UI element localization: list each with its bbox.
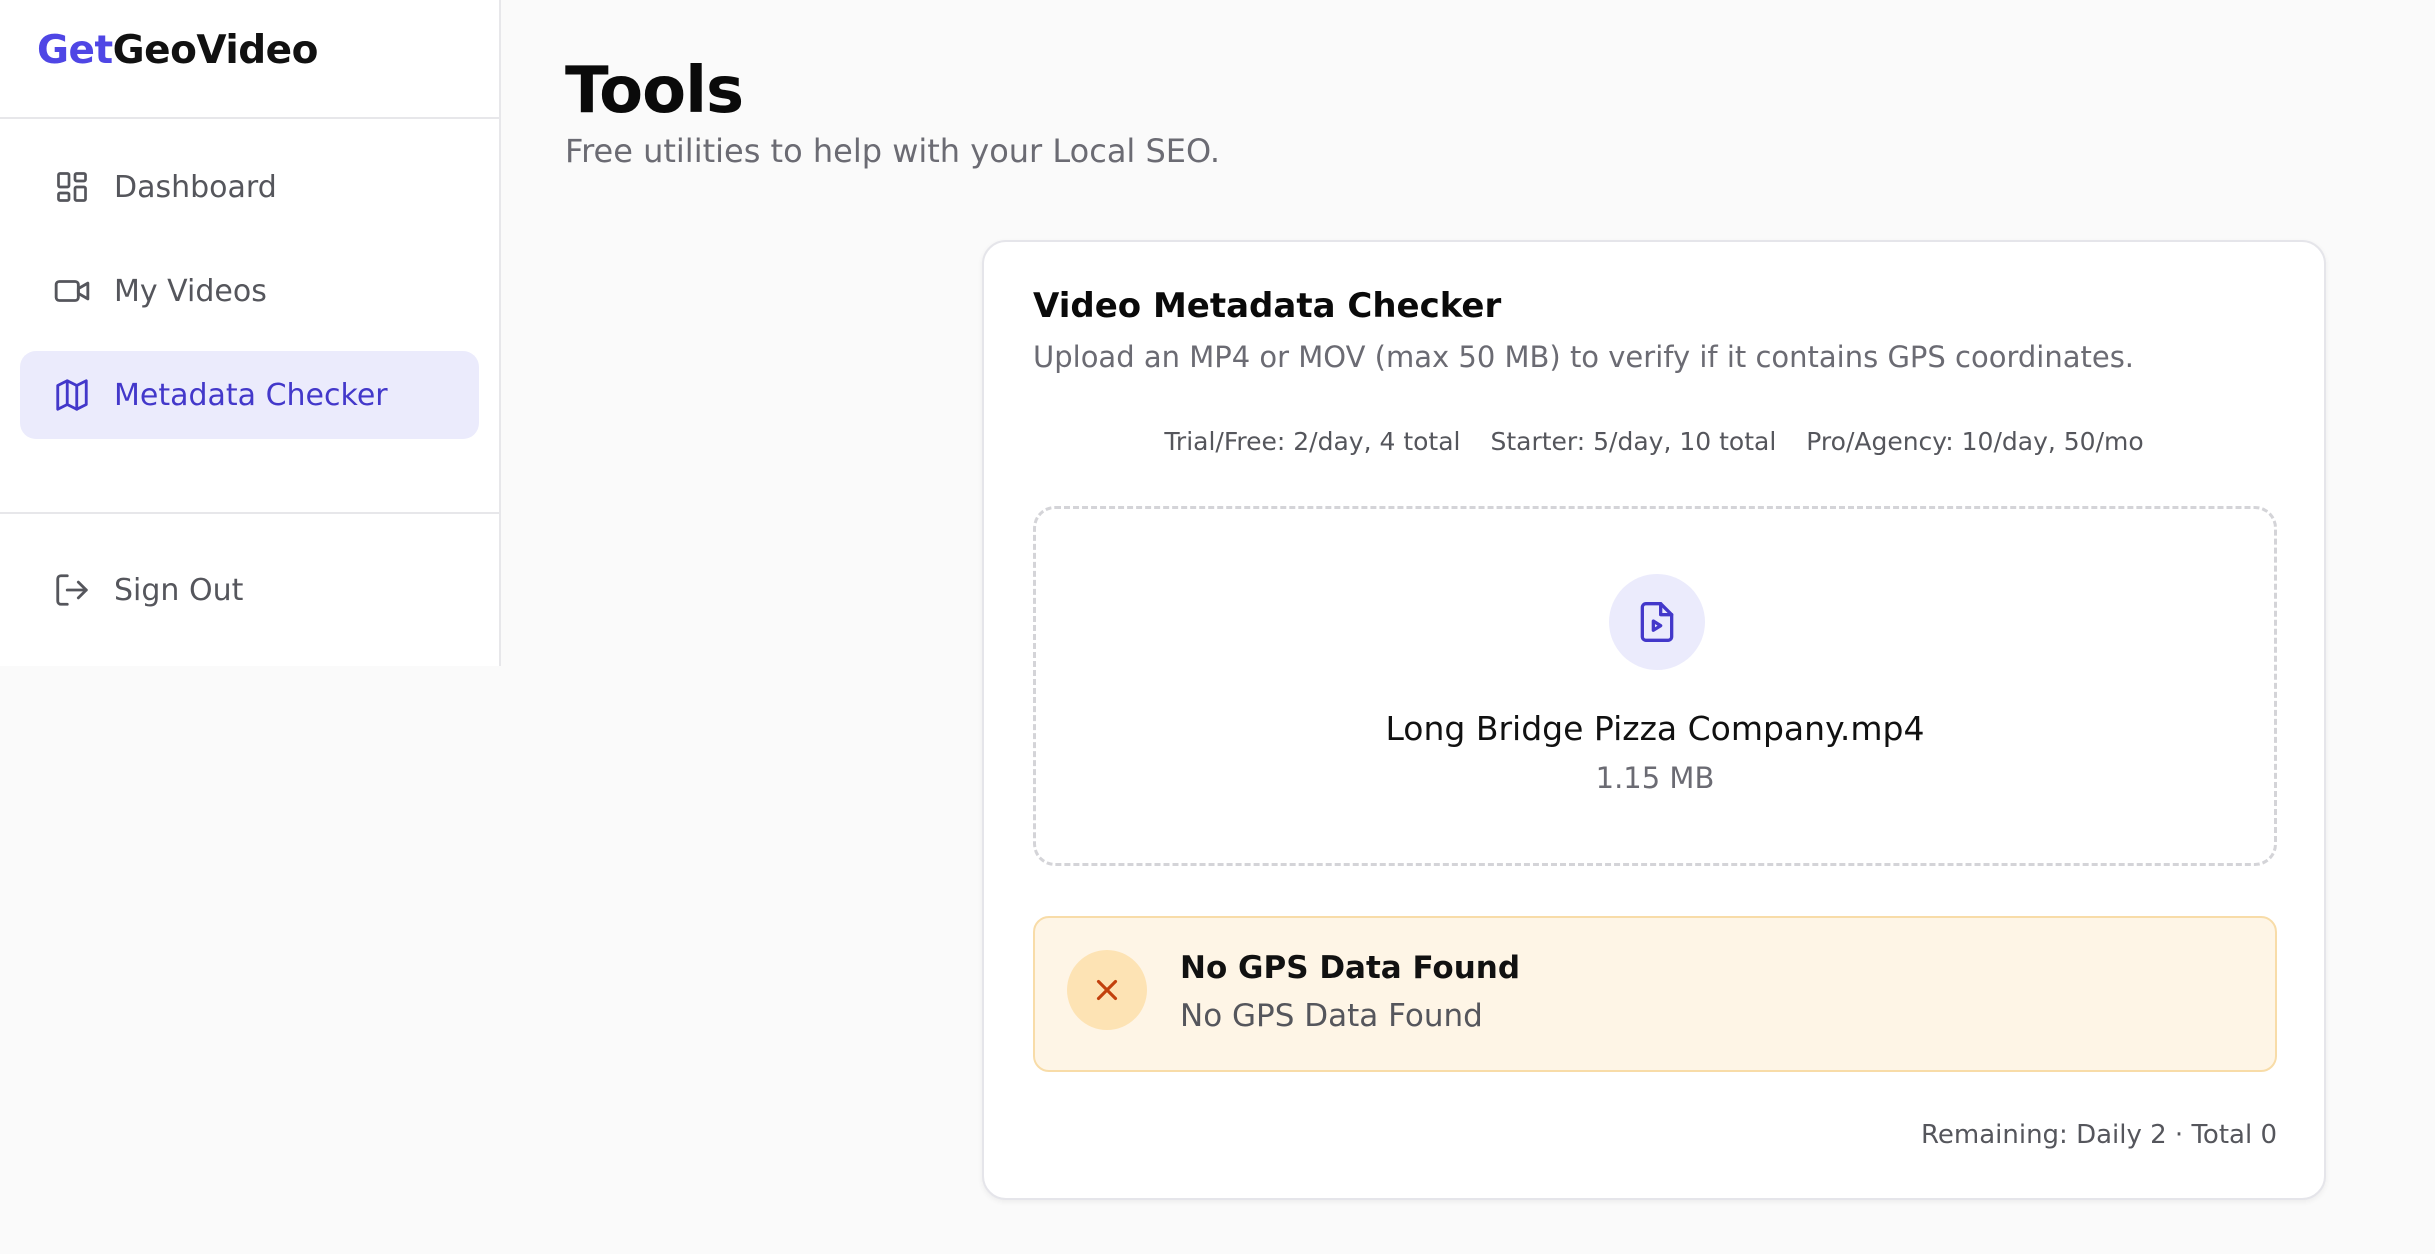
plan-limits: Trial/Free: 2/day, 4 total Starter: 5/da… [984,427,2324,456]
brand-logo[interactable]: GetGeoVideo [0,0,499,119]
x-icon [1067,950,1147,1030]
result-title: No GPS Data Found [1180,950,1521,986]
sidebar-item-label: Metadata Checker [114,377,388,413]
sidebar-item-my-videos[interactable]: My Videos [20,247,479,335]
file-name: Long Bridge Pizza Company.mp4 [1385,709,1925,748]
sidebar-item-label: My Videos [114,273,267,309]
file-dropzone[interactable]: Long Bridge Pizza Company.mp4 1.15 MB [1033,506,2277,866]
page-subtitle: Free utilities to help with your Local S… [565,132,1221,170]
dashboard-grid-icon [52,167,92,207]
result-message: No GPS Data Found [1180,998,1483,1034]
remaining-quota: Remaining: Daily 2 · Total 0 [1920,1120,2277,1150]
plan-limit-starter: Starter: 5/day, 10 total [1490,427,1777,456]
card-title: Video Metadata Checker [1033,286,1502,326]
file-video-icon [1609,574,1705,670]
brand-logo-rest: GeoVideo [112,28,319,73]
page-title: Tools [565,54,744,128]
sign-out-icon [52,570,92,610]
sidebar-divider [0,512,499,514]
plan-limit-trial: Trial/Free: 2/day, 4 total [1164,427,1461,456]
sidebar-item-dashboard[interactable]: Dashboard [20,143,479,231]
plan-limit-pro: Pro/Agency: 10/day, 50/mo [1806,427,2144,456]
sidebar-item-label: Dashboard [114,169,277,205]
sidebar-item-metadata-checker[interactable]: Metadata Checker [20,351,479,439]
metadata-checker-card: Video Metadata Checker Upload an MP4 or … [982,240,2326,1200]
sidebar: GetGeoVideo Dashboard My Videos Metadata… [0,0,501,666]
video-camera-icon [52,271,92,311]
file-size: 1.15 MB [1595,761,1715,795]
sidebar-nav: Dashboard My Videos Metadata Checker [0,119,499,439]
map-icon [52,375,92,415]
sign-out-button[interactable]: Sign Out [20,546,467,634]
card-description: Upload an MP4 or MOV (max 50 MB) to veri… [1033,340,2135,374]
sign-out-label: Sign Out [114,572,244,608]
result-alert: No GPS Data Found No GPS Data Found [1033,916,2277,1072]
brand-logo-accent: Get [37,28,113,73]
